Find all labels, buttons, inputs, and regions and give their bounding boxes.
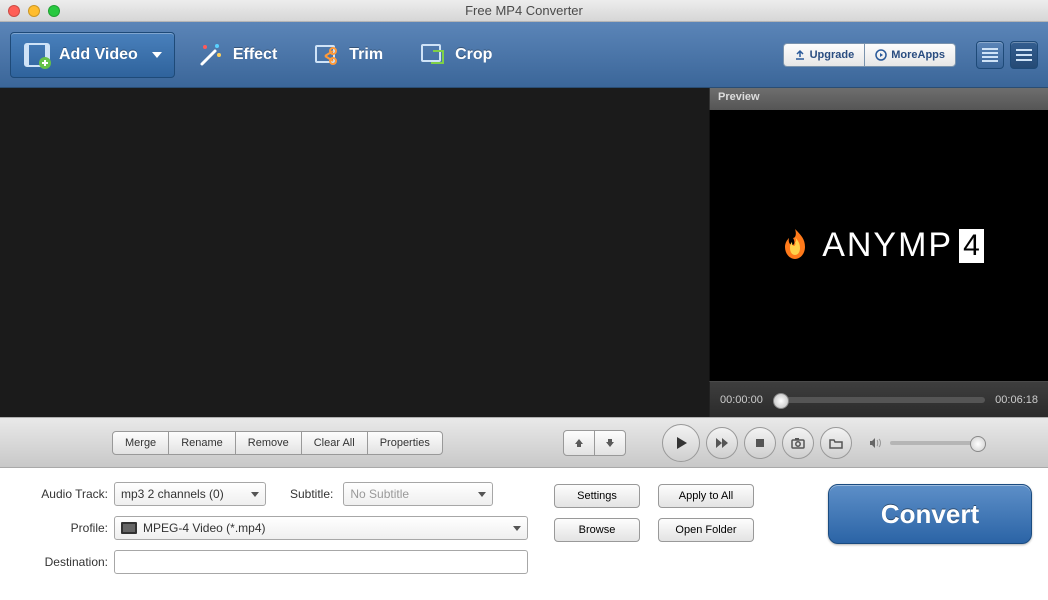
trim-icon (313, 41, 341, 69)
profile-value: MPEG-4 Video (*.mp4) (143, 521, 266, 535)
move-down-button[interactable] (594, 430, 626, 456)
crop-label: Crop (455, 46, 492, 64)
merge-button[interactable]: Merge (112, 431, 169, 455)
preview-header: Preview (709, 88, 1048, 110)
content-area: Preview ANYMP 4 00:00:00 00:06:18 (0, 88, 1048, 417)
upload-icon (794, 49, 806, 61)
fast-forward-icon (715, 436, 729, 450)
effect-label: Effect (233, 46, 277, 64)
output-settings: Audio Track: mp3 2 channels (0) Subtitle… (0, 468, 1048, 574)
volume-control (868, 436, 980, 450)
window-title: Free MP4 Converter (0, 3, 1048, 18)
video-list-area[interactable] (0, 88, 709, 417)
convert-button[interactable]: Convert (828, 484, 1032, 544)
subtitle-value: No Subtitle (350, 487, 409, 501)
forward-button[interactable] (706, 427, 738, 459)
effect-icon (197, 41, 225, 69)
subtitle-label: Subtitle: (290, 487, 333, 501)
move-up-button[interactable] (563, 430, 595, 456)
profile-format-icon (121, 522, 137, 534)
clear-all-button[interactable]: Clear All (301, 431, 368, 455)
apply-to-all-button[interactable]: Apply to All (658, 484, 754, 508)
stop-button[interactable] (744, 427, 776, 459)
more-apps-button[interactable]: MoreApps (864, 43, 956, 67)
window-minimize-button[interactable] (28, 5, 40, 17)
subtitle-select[interactable]: No Subtitle (343, 482, 493, 506)
destination-label: Destination: (16, 555, 108, 569)
folder-icon (829, 436, 843, 450)
add-video-button[interactable]: Add Video (10, 32, 175, 78)
trim-label: Trim (349, 46, 383, 64)
snapshot-button[interactable] (782, 427, 814, 459)
remove-button[interactable]: Remove (235, 431, 302, 455)
window-zoom-button[interactable] (48, 5, 60, 17)
brand-suffix: 4 (959, 229, 984, 263)
effect-button[interactable]: Effect (183, 35, 291, 75)
titlebar: Free MP4 Converter (0, 0, 1048, 22)
play-button[interactable] (662, 424, 700, 462)
audio-track-value: mp3 2 channels (0) (121, 487, 224, 501)
properties-button[interactable]: Properties (367, 431, 443, 455)
chevron-down-icon (152, 52, 162, 58)
add-video-icon (23, 41, 51, 69)
view-menu-button[interactable] (1010, 41, 1038, 69)
play-icon (673, 435, 689, 451)
action-row: Merge Rename Remove Clear All Properties (0, 417, 1048, 468)
list-action-group: Merge Rename Remove Clear All Properties (112, 431, 443, 455)
more-apps-label: MoreApps (891, 49, 945, 61)
flame-icon (774, 225, 816, 267)
rename-button[interactable]: Rename (168, 431, 236, 455)
trim-button[interactable]: Trim (299, 35, 397, 75)
view-list-button[interactable] (976, 41, 1004, 69)
toolbar-chip-group: Upgrade MoreApps (783, 43, 956, 67)
stop-icon (754, 437, 766, 449)
browse-button[interactable]: Browse (554, 518, 640, 542)
brand-logo: ANYMP 4 (774, 225, 984, 267)
playhead-slider[interactable] (773, 397, 985, 403)
preview-canvas: ANYMP 4 (709, 110, 1048, 381)
add-video-label: Add Video (59, 46, 138, 64)
preview-panel: Preview ANYMP 4 00:00:00 00:06:18 (709, 88, 1048, 417)
arrow-down-icon (604, 437, 616, 449)
arrow-up-icon (573, 437, 585, 449)
circle-arrow-icon (875, 49, 887, 61)
playback-controls (662, 424, 980, 462)
camera-icon (791, 436, 805, 450)
list-icon (982, 48, 998, 62)
profile-label: Profile: (16, 521, 108, 535)
profile-select[interactable]: MPEG-4 Video (*.mp4) (114, 516, 528, 540)
menu-icon (1016, 48, 1032, 62)
settings-button[interactable]: Settings (554, 484, 640, 508)
crop-icon (419, 41, 447, 69)
speaker-icon (868, 436, 882, 450)
destination-input[interactable] (114, 550, 528, 574)
upgrade-label: Upgrade (810, 49, 855, 61)
preview-timebar: 00:00:00 00:06:18 (709, 381, 1048, 417)
move-group (563, 430, 626, 456)
upgrade-button[interactable]: Upgrade (783, 43, 865, 67)
time-current: 00:00:00 (720, 394, 763, 406)
crop-button[interactable]: Crop (405, 35, 506, 75)
main-toolbar: Add Video Effect Trim Crop Upgrade MoreA… (0, 22, 1048, 88)
open-folder-button[interactable]: Open Folder (658, 518, 754, 542)
open-output-button[interactable] (820, 427, 852, 459)
audio-track-select[interactable]: mp3 2 channels (0) (114, 482, 266, 506)
time-total: 00:06:18 (995, 394, 1038, 406)
window-close-button[interactable] (8, 5, 20, 17)
volume-slider[interactable] (890, 441, 980, 445)
brand-text: ANYMP (822, 226, 953, 265)
audio-track-label: Audio Track: (16, 487, 108, 501)
